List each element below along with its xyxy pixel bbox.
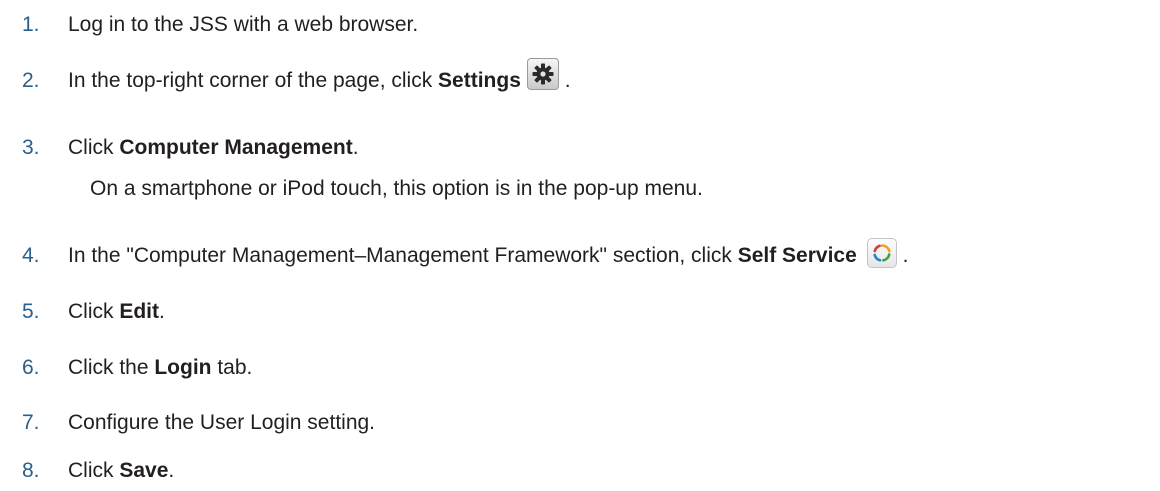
step-text: Click Computer Management . bbox=[68, 136, 359, 160]
step-text: Log in to the JSS with a web browser. bbox=[68, 13, 418, 37]
step-number: 8. bbox=[22, 459, 40, 482]
step-number: 4. bbox=[22, 244, 40, 267]
step-number: 2. bbox=[22, 69, 40, 92]
self-service-icon bbox=[873, 244, 891, 262]
login-tab-label: Login bbox=[154, 356, 212, 379]
save-label: Save bbox=[119, 459, 169, 482]
gear-icon bbox=[532, 63, 554, 85]
step-text: Click Edit . bbox=[68, 300, 165, 324]
step-text-plain: Click bbox=[68, 459, 120, 482]
step-text: Configure the User Login setting. bbox=[68, 411, 375, 435]
step-text-trailing: . bbox=[896, 244, 909, 267]
edit-label: Edit bbox=[119, 300, 160, 323]
step-text: In the "Computer Management–Management F… bbox=[68, 238, 909, 268]
step-text-trailing: . bbox=[159, 300, 165, 323]
step-text-trailing: tab. bbox=[211, 356, 253, 379]
step-number: 7. bbox=[22, 411, 40, 434]
step-text-plain: Click bbox=[68, 300, 120, 323]
step-number: 1. bbox=[22, 13, 40, 36]
step-text-plain: In the top-right corner of the page, cli… bbox=[68, 69, 439, 92]
step-text-trailing: . bbox=[168, 459, 175, 482]
step-text-plain: Click the bbox=[68, 356, 155, 379]
step-number: 3. bbox=[22, 136, 40, 159]
settings-label: Settings bbox=[438, 69, 521, 92]
step-text-trailing: . bbox=[352, 136, 359, 159]
self-service-button[interactable] bbox=[866, 238, 897, 268]
step-number: 5. bbox=[22, 300, 40, 323]
step-number: 6. bbox=[22, 356, 40, 379]
step-note: On a smartphone or iPod touch, this opti… bbox=[90, 177, 703, 200]
settings-button[interactable] bbox=[526, 58, 559, 90]
computer-management-label: Computer Management bbox=[119, 136, 353, 159]
step-text-plain: Log in to the JSS with a web browser. bbox=[68, 13, 419, 36]
step-text: Click Save . bbox=[68, 459, 174, 483]
step-text: In the top-right corner of the page, cli… bbox=[68, 58, 571, 93]
step-text-plain: Configure the User Login setting. bbox=[68, 411, 376, 434]
step-text-plain: Click bbox=[68, 136, 120, 159]
step-text-plain: In the "Computer Management–Management F… bbox=[68, 244, 738, 267]
step-text-trailing: . bbox=[558, 69, 571, 92]
step-text: Click the Login tab. bbox=[68, 356, 252, 380]
self-service-label: Self Service bbox=[737, 244, 857, 267]
